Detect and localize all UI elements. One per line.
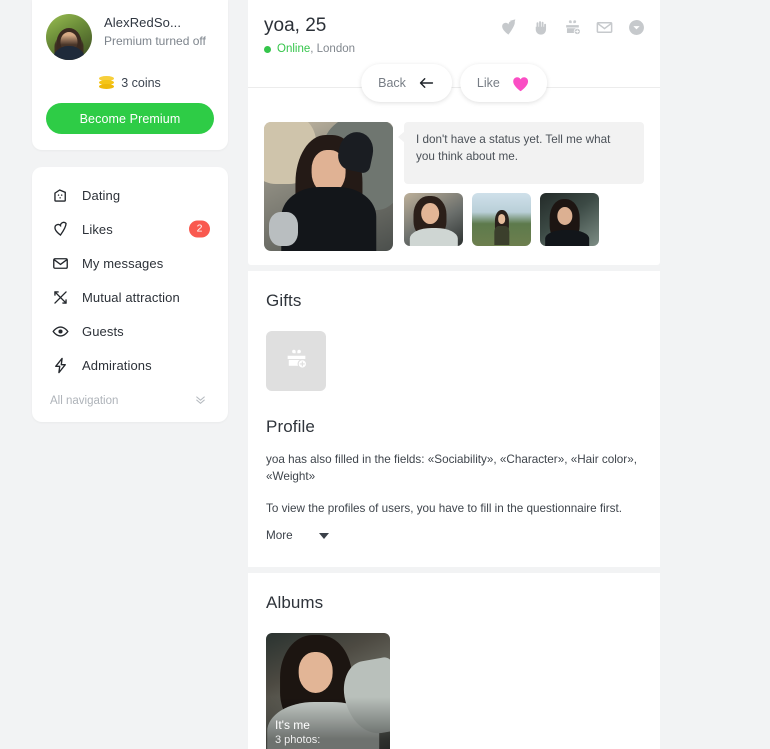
sidebar: AlexRedSo... Premium turned off 3 coins …	[32, 0, 228, 422]
city-label: , London	[310, 43, 356, 55]
main-content: yoa, 25 Online , London Back Like I don'…	[248, 0, 660, 749]
profile-header-panel: yoa, 25 Online , London Back Like I don'…	[248, 0, 660, 265]
profile-questionnaire-note: To view the profiles of users, you have …	[266, 502, 622, 515]
sidebar-item-guests[interactable]: Guests	[32, 314, 228, 348]
coins-row[interactable]: 3 coins	[46, 76, 214, 90]
album-item[interactable]: It's me 3 photos:	[266, 633, 390, 749]
photo-thumbnail-1[interactable]	[404, 193, 463, 246]
likes-badge: 2	[189, 220, 210, 238]
like-button-label: Like	[476, 76, 500, 90]
become-premium-button[interactable]: Become Premium	[46, 103, 214, 134]
profile-filled-fields: yoa has also filled in the fields: «Soci…	[266, 453, 637, 483]
heart-arrow-icon[interactable]	[499, 18, 518, 37]
hand-wave-icon[interactable]	[531, 18, 550, 37]
photo-thumbnail-3[interactable]	[540, 193, 599, 246]
sidebar-item-label: Guests	[82, 323, 124, 339]
gift-add-icon[interactable]	[563, 18, 582, 37]
all-navigation-toggle[interactable]: All navigation	[32, 382, 228, 414]
sidebar-item-likes[interactable]: Likes 2	[32, 212, 228, 246]
back-button-label: Back	[378, 76, 406, 90]
album-name: It's me	[275, 718, 310, 732]
avatar[interactable]	[46, 14, 92, 60]
user-profile-card: AlexRedSo... Premium turned off 3 coins …	[32, 0, 228, 150]
action-buttons-bar: Back Like	[248, 64, 660, 110]
arrow-left-icon	[417, 76, 435, 90]
chevron-double-down-icon	[193, 392, 208, 410]
main-navigation: Dating Likes 2 My messages Mutual attrac…	[32, 167, 228, 422]
caret-down-icon	[318, 532, 329, 539]
sidebar-item-label: Likes	[82, 221, 113, 237]
heart-icon	[50, 219, 70, 239]
heart-icon	[511, 75, 530, 92]
gift-add-icon	[284, 346, 309, 376]
eye-icon	[50, 321, 70, 341]
dating-icon	[50, 185, 70, 205]
sidebar-item-label: Admirations	[82, 357, 152, 373]
sidebar-item-admirations[interactable]: Admirations	[32, 348, 228, 382]
profile-action-icons	[499, 18, 646, 37]
sidebar-item-label: Dating	[82, 187, 121, 203]
envelope-icon[interactable]	[595, 18, 614, 37]
photos-section: I don't have a status yet. Tell me what …	[248, 110, 660, 265]
sidebar-item-mutual-attraction[interactable]: Mutual attraction	[32, 280, 228, 314]
status-message: I don't have a status yet. Tell me what …	[398, 122, 644, 184]
all-navigation-label: All navigation	[50, 395, 119, 407]
coins-count: 3 coins	[121, 76, 161, 90]
online-dot-icon	[264, 45, 271, 53]
like-button[interactable]: Like	[459, 64, 547, 102]
profile-main-photo[interactable]	[264, 122, 393, 251]
back-button[interactable]: Back	[361, 64, 452, 102]
more-toggle[interactable]: More	[266, 526, 642, 545]
sidebar-item-dating[interactable]: Dating	[32, 178, 228, 212]
lightning-icon	[50, 355, 70, 375]
photo-thumbnails	[404, 193, 644, 246]
sidebar-item-my-messages[interactable]: My messages	[32, 246, 228, 280]
user-name: AlexRedSo...	[104, 15, 182, 30]
online-label: Online	[277, 43, 311, 55]
gifts-and-profile-panel: Gifts Profile yoa has also filled in the…	[248, 271, 660, 567]
arrows-icon	[50, 287, 70, 307]
envelope-icon	[50, 253, 70, 273]
albums-panel: Albums It's me 3 photos:	[248, 573, 660, 749]
album-photo-count: 3 photos:	[275, 734, 321, 746]
chevron-down-circle-icon[interactable]	[627, 18, 646, 37]
user-profile-summary: AlexRedSo... Premium turned off	[46, 14, 214, 60]
sidebar-item-label: Mutual attraction	[82, 289, 180, 305]
app-root: AlexRedSo... Premium turned off 3 coins …	[0, 0, 770, 749]
sidebar-item-label: My messages	[82, 255, 164, 271]
photo-thumbnail-2[interactable]	[472, 193, 531, 246]
premium-status: Premium turned off	[104, 34, 206, 48]
add-gift-button[interactable]	[266, 331, 326, 391]
coins-icon	[99, 76, 115, 90]
gifts-title: Gifts	[266, 291, 302, 310]
albums-title: Albums	[266, 593, 324, 612]
profile-title: Profile	[266, 417, 315, 436]
online-status: Online , London	[264, 43, 644, 55]
profile-header: yoa, 25 Online , London	[248, 0, 660, 55]
more-label: More	[266, 529, 293, 542]
